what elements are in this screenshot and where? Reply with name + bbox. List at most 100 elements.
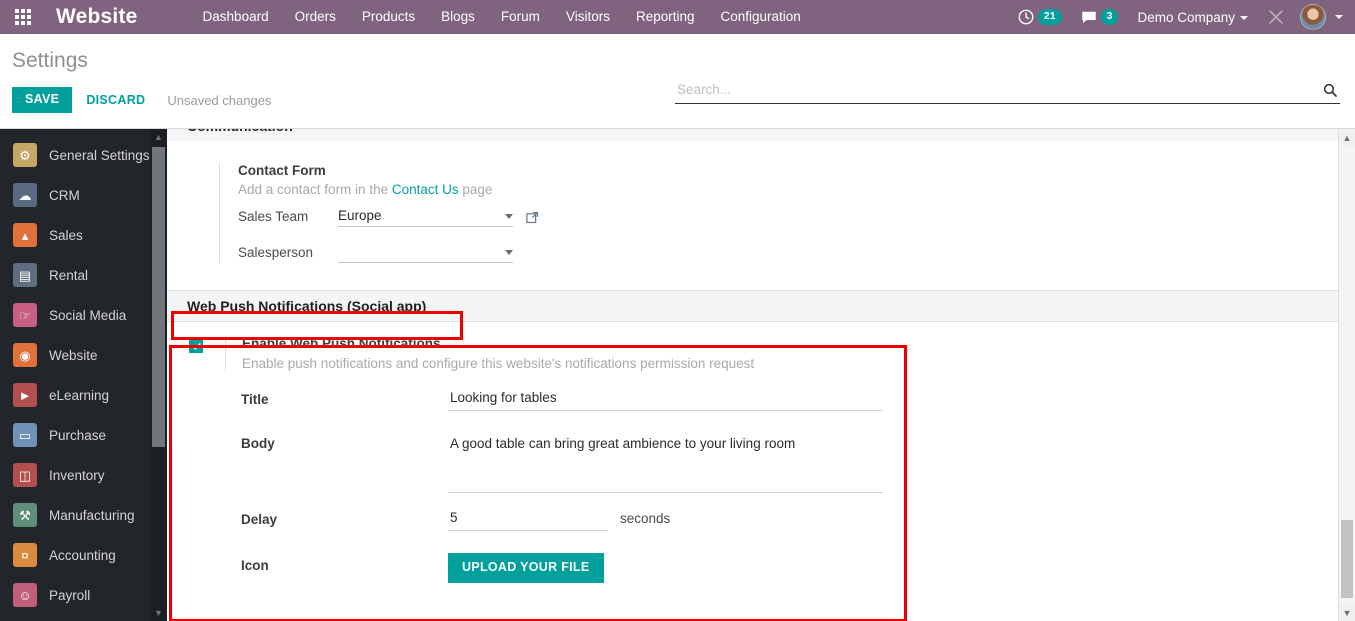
scroll-down-icon[interactable]: ▼ (1339, 604, 1355, 621)
sidebar-item-general-settings[interactable]: ⚙ General Settings (0, 135, 167, 175)
control-panel: Settings SAVE DISCARD Unsaved changes (0, 34, 1355, 129)
search-icon[interactable] (1322, 82, 1338, 98)
menu-item-orders[interactable]: Orders (282, 0, 349, 34)
sales-team-select[interactable]: Europe (338, 208, 513, 227)
menu-item-products[interactable]: Products (349, 0, 428, 34)
enable-web-push-checkbox[interactable] (189, 339, 203, 353)
scroll-down-icon[interactable]: ▼ (150, 605, 167, 621)
sidebar-item-inventory[interactable]: ◫ Inventory (0, 455, 167, 495)
invoice-icon: ¤ (13, 543, 37, 567)
menu-item-blogs[interactable]: Blogs (428, 0, 488, 34)
sidebar-items-list: ⚙ General Settings ☁ CRM ▴ Sales ▤ Renta… (0, 129, 167, 615)
menu-item-configuration[interactable]: Configuration (708, 0, 814, 34)
sidebar-item-label: Inventory (49, 467, 105, 483)
icon-label: Icon (241, 558, 269, 573)
menu-item-dashboard[interactable]: Dashboard (190, 0, 282, 34)
sidebar-item-label: eLearning (49, 387, 110, 403)
sidebar-item-payroll[interactable]: ☺ Payroll (0, 575, 167, 615)
gear-icon: ⚙ (13, 143, 37, 167)
web-push-fields: Title Body Delay seconds Icon UPLOAD YOU… (167, 387, 1355, 583)
chevron-down-icon (505, 214, 513, 219)
communication-section-band-clipped: Communication (167, 129, 1355, 141)
scroll-up-icon[interactable]: ▲ (150, 129, 167, 145)
discard-button[interactable]: DISCARD (72, 87, 159, 113)
activity-count-badge: 21 (1037, 9, 1062, 25)
sidebar-item-elearning[interactable]: ► eLearning (0, 375, 167, 415)
contact-form-title: Contact Form (238, 163, 326, 178)
sidebar-item-purchase[interactable]: ▭ Purchase (0, 415, 167, 455)
sales-team-row: Sales Team Europe (238, 208, 779, 227)
chevron-down-icon (505, 250, 513, 255)
handshake-icon: ☁ (13, 183, 37, 207)
salesperson-row: Salesperson (238, 245, 779, 263)
sidebar-item-label: Sales (49, 227, 83, 243)
search-input[interactable] (675, 82, 1322, 100)
sidebar-item-label: Accounting (49, 547, 116, 563)
contact-form-desc-post: page (458, 182, 493, 197)
salesperson-select[interactable] (338, 250, 513, 263)
box-icon: ◫ (13, 463, 37, 487)
apps-grid-icon[interactable] (0, 0, 46, 34)
contact-us-link[interactable]: Contact Us (392, 182, 459, 197)
sidebar-scroll-thumb[interactable] (152, 147, 165, 447)
settings-content-panel: Communication Contact Form Add a contact… (167, 129, 1355, 621)
message-count-badge: 3 (1100, 9, 1119, 25)
enable-web-push-title: Enable Web Push Notifications (242, 336, 441, 351)
enable-web-push-text: Enable Web Push Notifications Enable pus… (225, 336, 754, 371)
enable-web-push-row: Enable Web Push Notifications Enable pus… (167, 336, 1355, 371)
body-label: Body (241, 436, 275, 451)
sidebar-item-crm[interactable]: ☁ CRM (0, 175, 167, 215)
icon-field-row: Icon UPLOAD YOUR FILE (241, 553, 1355, 583)
menu-item-reporting[interactable]: Reporting (623, 0, 708, 34)
sidebar-item-sales[interactable]: ▴ Sales (0, 215, 167, 255)
sales-team-label: Sales Team (238, 209, 309, 224)
sidebar-scroll-track[interactable] (152, 145, 165, 605)
search-bar (675, 82, 1340, 104)
sidebar-item-rental[interactable]: ▤ Rental (0, 255, 167, 295)
web-push-setting-block: Enable Web Push Notifications Enable pus… (167, 322, 1355, 583)
chart-line-icon: ▴ (13, 223, 37, 247)
sidebar-item-label: Manufacturing (49, 507, 135, 523)
user-avatar (1300, 4, 1326, 30)
app-brand-title[interactable]: Website (46, 5, 138, 29)
settings-sidebar: ⚙ General Settings ☁ CRM ▴ Sales ▤ Renta… (0, 129, 167, 621)
delay-unit-label: seconds (620, 511, 671, 526)
unsaved-changes-status: Unsaved changes (167, 92, 272, 108)
scroll-up-icon[interactable]: ▲ (1339, 129, 1355, 146)
enable-web-push-description: Enable push notifications and configure … (242, 356, 755, 371)
user-menu-button[interactable] (1294, 0, 1347, 34)
calendar-icon: ▤ (13, 263, 37, 287)
company-switcher[interactable]: Demo Company (1127, 10, 1258, 25)
sidebar-item-social-media[interactable]: ☞ Social Media (0, 295, 167, 335)
menu-item-visitors[interactable]: Visitors (553, 0, 623, 34)
delay-label: Delay (241, 512, 278, 527)
thumbs-up-icon: ☞ (13, 303, 37, 327)
main-scroll-thumb[interactable] (1341, 520, 1353, 598)
sidebar-item-label: Rental (49, 267, 89, 283)
sidebar-item-manufacturing[interactable]: ⚒ Manufacturing (0, 495, 167, 535)
notification-delay-input[interactable] (448, 507, 608, 531)
sidebar-item-website[interactable]: ◉ Website (0, 335, 167, 375)
title-label: Title (241, 392, 269, 407)
main-scroll-track[interactable] (1339, 146, 1355, 604)
delay-field-row: Delay seconds (241, 507, 1355, 531)
sidebar-item-label: Website (49, 347, 98, 363)
developer-tools-button[interactable] (1258, 0, 1294, 34)
sidebar-item-accounting[interactable]: ¤ Accounting (0, 535, 167, 575)
contact-form-setting-block: Contact Form Add a contact form in the C… (167, 141, 1355, 263)
save-button[interactable]: SAVE (12, 87, 73, 113)
notification-body-textarea[interactable] (448, 431, 883, 493)
activity-menu-button[interactable]: 21 (1008, 0, 1071, 34)
external-link-icon[interactable] (525, 210, 540, 225)
clock-activity-icon (1018, 9, 1034, 25)
notification-title-input[interactable] (448, 387, 883, 411)
main-scrollbar[interactable]: ▲ ▼ (1338, 129, 1355, 621)
messaging-menu-button[interactable]: 3 (1071, 0, 1128, 34)
contact-form-desc-pre: Add a contact form in the (238, 182, 392, 197)
credit-card-icon: ▭ (13, 423, 37, 447)
sidebar-item-label: CRM (49, 187, 80, 203)
menu-item-forum[interactable]: Forum (488, 0, 553, 34)
sidebar-scrollbar[interactable]: ▲ ▼ (150, 129, 167, 621)
sidebar-item-label: Purchase (49, 427, 107, 443)
upload-your-file-button[interactable]: UPLOAD YOUR FILE (448, 553, 604, 583)
